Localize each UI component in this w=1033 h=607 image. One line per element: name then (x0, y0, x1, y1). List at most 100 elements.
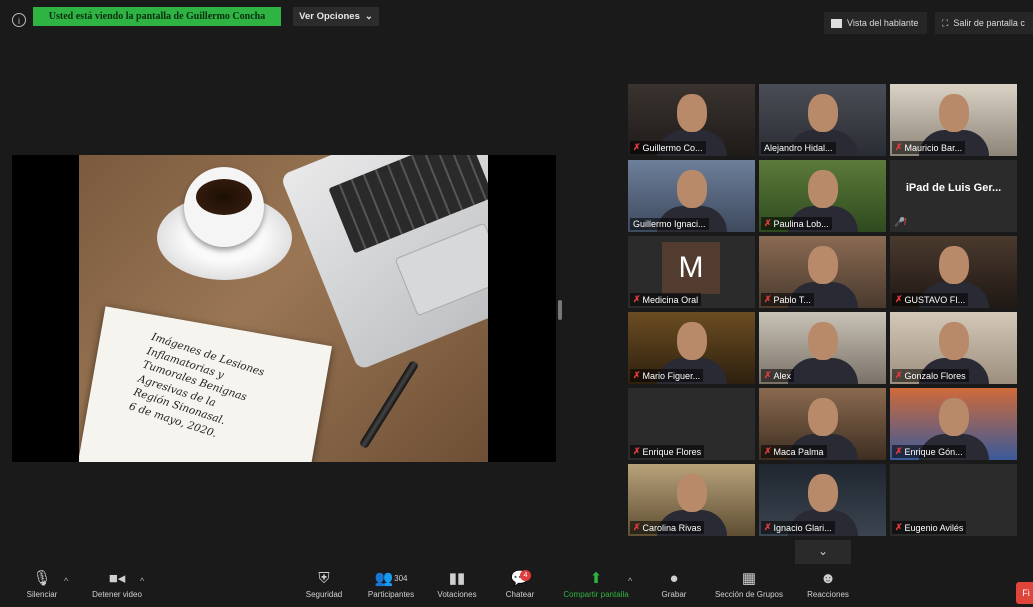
screen-share-banner: Usted está viendo la pantalla de Guiller… (33, 7, 281, 26)
participant-tile[interactable]: ✗ Enrique Gón... (890, 388, 1017, 460)
participant-name-label: Enrique Flores (642, 446, 702, 457)
participant-name: ✗ Medicina Oral (630, 293, 702, 306)
participant-tile[interactable]: Guillermo Ignaci... (628, 160, 755, 232)
participant-tile[interactable]: ✗ Paulina Lob... (759, 160, 886, 232)
panel-resize-handle[interactable] (558, 300, 562, 320)
participant-tile[interactable]: ✗ Maca Palma (759, 388, 886, 460)
participant-name-label: Eugenio Avilés (904, 522, 964, 533)
participant-face (938, 322, 969, 360)
muted-microphone-icon: ✗ (895, 522, 903, 532)
participant-face (807, 94, 838, 132)
meeting-toolbar: 🎙 Silenciar ^ ■◂ Detener video ^ ⛨ Segur… (0, 566, 1033, 607)
participant-body (787, 358, 858, 384)
participant-name: ✗ Alex (761, 369, 795, 382)
participant-face (938, 94, 969, 132)
muted-microphone-icon: ✗ (633, 294, 641, 304)
participant-display-name: iPad de Luis Ger... (905, 182, 1002, 194)
view-options-label: Ver Opciones (299, 11, 360, 22)
muted-microphone-icon: ✗ (633, 142, 641, 152)
participant-tile[interactable]: ✗ Ignacio Glari... (759, 464, 886, 536)
participant-name-label: Carolina Rivas (642, 522, 702, 533)
muted-microphone-icon: ✗ (633, 522, 641, 532)
participant-tile[interactable]: iPad de Luis Ger... 🎤̸ (890, 160, 1017, 232)
participant-tile[interactable]: ✗ Carolina Rivas (628, 464, 755, 536)
participants-count: 304 (394, 574, 408, 583)
record-button[interactable]: ● Grabar (652, 568, 696, 599)
participant-tile[interactable]: ✗ GUSTAVO FI... (890, 236, 1017, 308)
record-icon: ● (669, 570, 679, 587)
participant-tile[interactable]: ✗ Mauricio Bar... (890, 84, 1017, 156)
participant-name-label: Enrique Gón... (904, 446, 963, 457)
participant-name: ✗ Ignacio Glari... (761, 521, 835, 534)
polls-label: Votaciones (437, 590, 477, 599)
participant-tile[interactable]: ✗ Alex (759, 312, 886, 384)
end-meeting-button[interactable]: Fi (1016, 582, 1033, 604)
participant-name-label: Mario Figuer... (642, 370, 701, 381)
participant-name-label: Pablo T... (773, 294, 811, 305)
participant-name: ✗ Carolina Rivas (630, 521, 705, 534)
coffee-cup-image (184, 167, 264, 247)
security-button[interactable]: ⛨ Seguridad (300, 568, 348, 599)
exit-fullscreen-label: Salir de pantalla c (953, 18, 1025, 28)
participant-name: ✗ Gonzalo Flores (892, 369, 969, 382)
participant-name: ✗ Enrique Flores (630, 445, 705, 458)
participant-name-label: Paulina Lob... (773, 218, 829, 229)
pen-image (358, 359, 420, 450)
participant-face (676, 94, 707, 132)
participant-tile[interactable]: ✗ Mario Figuer... (628, 312, 755, 384)
security-label: Seguridad (305, 590, 343, 599)
participant-tile[interactable]: ✗ Pablo T... (759, 236, 886, 308)
exit-fullscreen-button[interactable]: ⛶ Salir de pantalla c (935, 12, 1033, 34)
view-options-button[interactable]: Ver Opciones ⌄ (293, 7, 379, 26)
speaker-view-label: Vista del hablante (847, 18, 919, 28)
muted-microphone-icon: ✗ (895, 294, 903, 304)
chat-badge: 4 (520, 570, 531, 581)
smiley-icon: ☻ (820, 570, 836, 587)
mute-button[interactable]: 🎙 Silenciar (20, 568, 64, 599)
participant-tile[interactable]: M ✗ Medicina Oral (628, 236, 755, 308)
speaker-view-icon (831, 18, 842, 28)
share-screen-icon: ⬆ (589, 570, 603, 587)
participant-name: Alejandro Hidal... (761, 142, 836, 154)
poll-chart-icon: ▮▮ (448, 570, 466, 587)
participant-name: ✗ Mauricio Bar... (892, 141, 966, 154)
share-screen-button[interactable]: ⬆ Compartir pantalla (556, 568, 636, 599)
audio-options-caret[interactable]: ^ (64, 576, 68, 586)
participant-name-label: Alejandro Hidal... (764, 143, 833, 153)
participant-name-label: Guillermo Ignaci... (633, 219, 706, 229)
participants-button[interactable]: 👥304 Participantes (360, 568, 422, 599)
exit-fullscreen-icon: ⛶ (942, 17, 949, 28)
participant-tile[interactable]: ✗ Guillermo Co... (628, 84, 755, 156)
participant-tile[interactable]: ✗ Enrique Flores (628, 388, 755, 460)
muted-microphone-icon: ✗ (764, 522, 772, 532)
info-icon[interactable]: i (12, 13, 26, 27)
reactions-button[interactable]: ☻ Reacciones (800, 568, 856, 599)
muted-microphone-icon: ✗ (895, 142, 903, 152)
muted-microphone-icon: ✗ (895, 446, 903, 456)
polls-button[interactable]: ▮▮ Votaciones (432, 568, 482, 599)
chat-button[interactable]: 💬 4 Chatear (498, 568, 542, 599)
participant-face (938, 398, 969, 436)
muted-microphone-icon: ✗ (764, 218, 772, 228)
participant-face (676, 474, 707, 512)
breakout-rooms-button[interactable]: ▦ Sección de Grupos (707, 568, 791, 599)
participant-tile[interactable]: ✗ Gonzalo Flores (890, 312, 1017, 384)
muted-microphone-icon: ✗ (764, 446, 772, 456)
scroll-down-button[interactable]: ⌄ (795, 540, 851, 564)
participant-name: ✗ Guillermo Co... (630, 141, 706, 154)
share-options-caret[interactable]: ^ (628, 576, 632, 586)
participant-tile[interactable]: Alejandro Hidal... (759, 84, 886, 156)
speaker-view-button[interactable]: Vista del hablante (824, 12, 927, 34)
participant-face (807, 474, 838, 512)
participant-tile[interactable]: ✗ Eugenio Avilés (890, 464, 1017, 536)
participants-label: Participantes (367, 590, 415, 599)
participant-face (807, 398, 838, 436)
participant-name-label: Gonzalo Flores (904, 370, 966, 381)
muted-microphone-icon: 🎤̸ (894, 217, 906, 227)
chat-bubble-icon: 💬 (498, 568, 542, 590)
participant-face (807, 322, 838, 360)
participant-video (890, 160, 1017, 232)
participant-face (807, 170, 838, 208)
microphone-icon: 🎙 (32, 570, 52, 587)
video-options-caret[interactable]: ^ (140, 576, 144, 586)
